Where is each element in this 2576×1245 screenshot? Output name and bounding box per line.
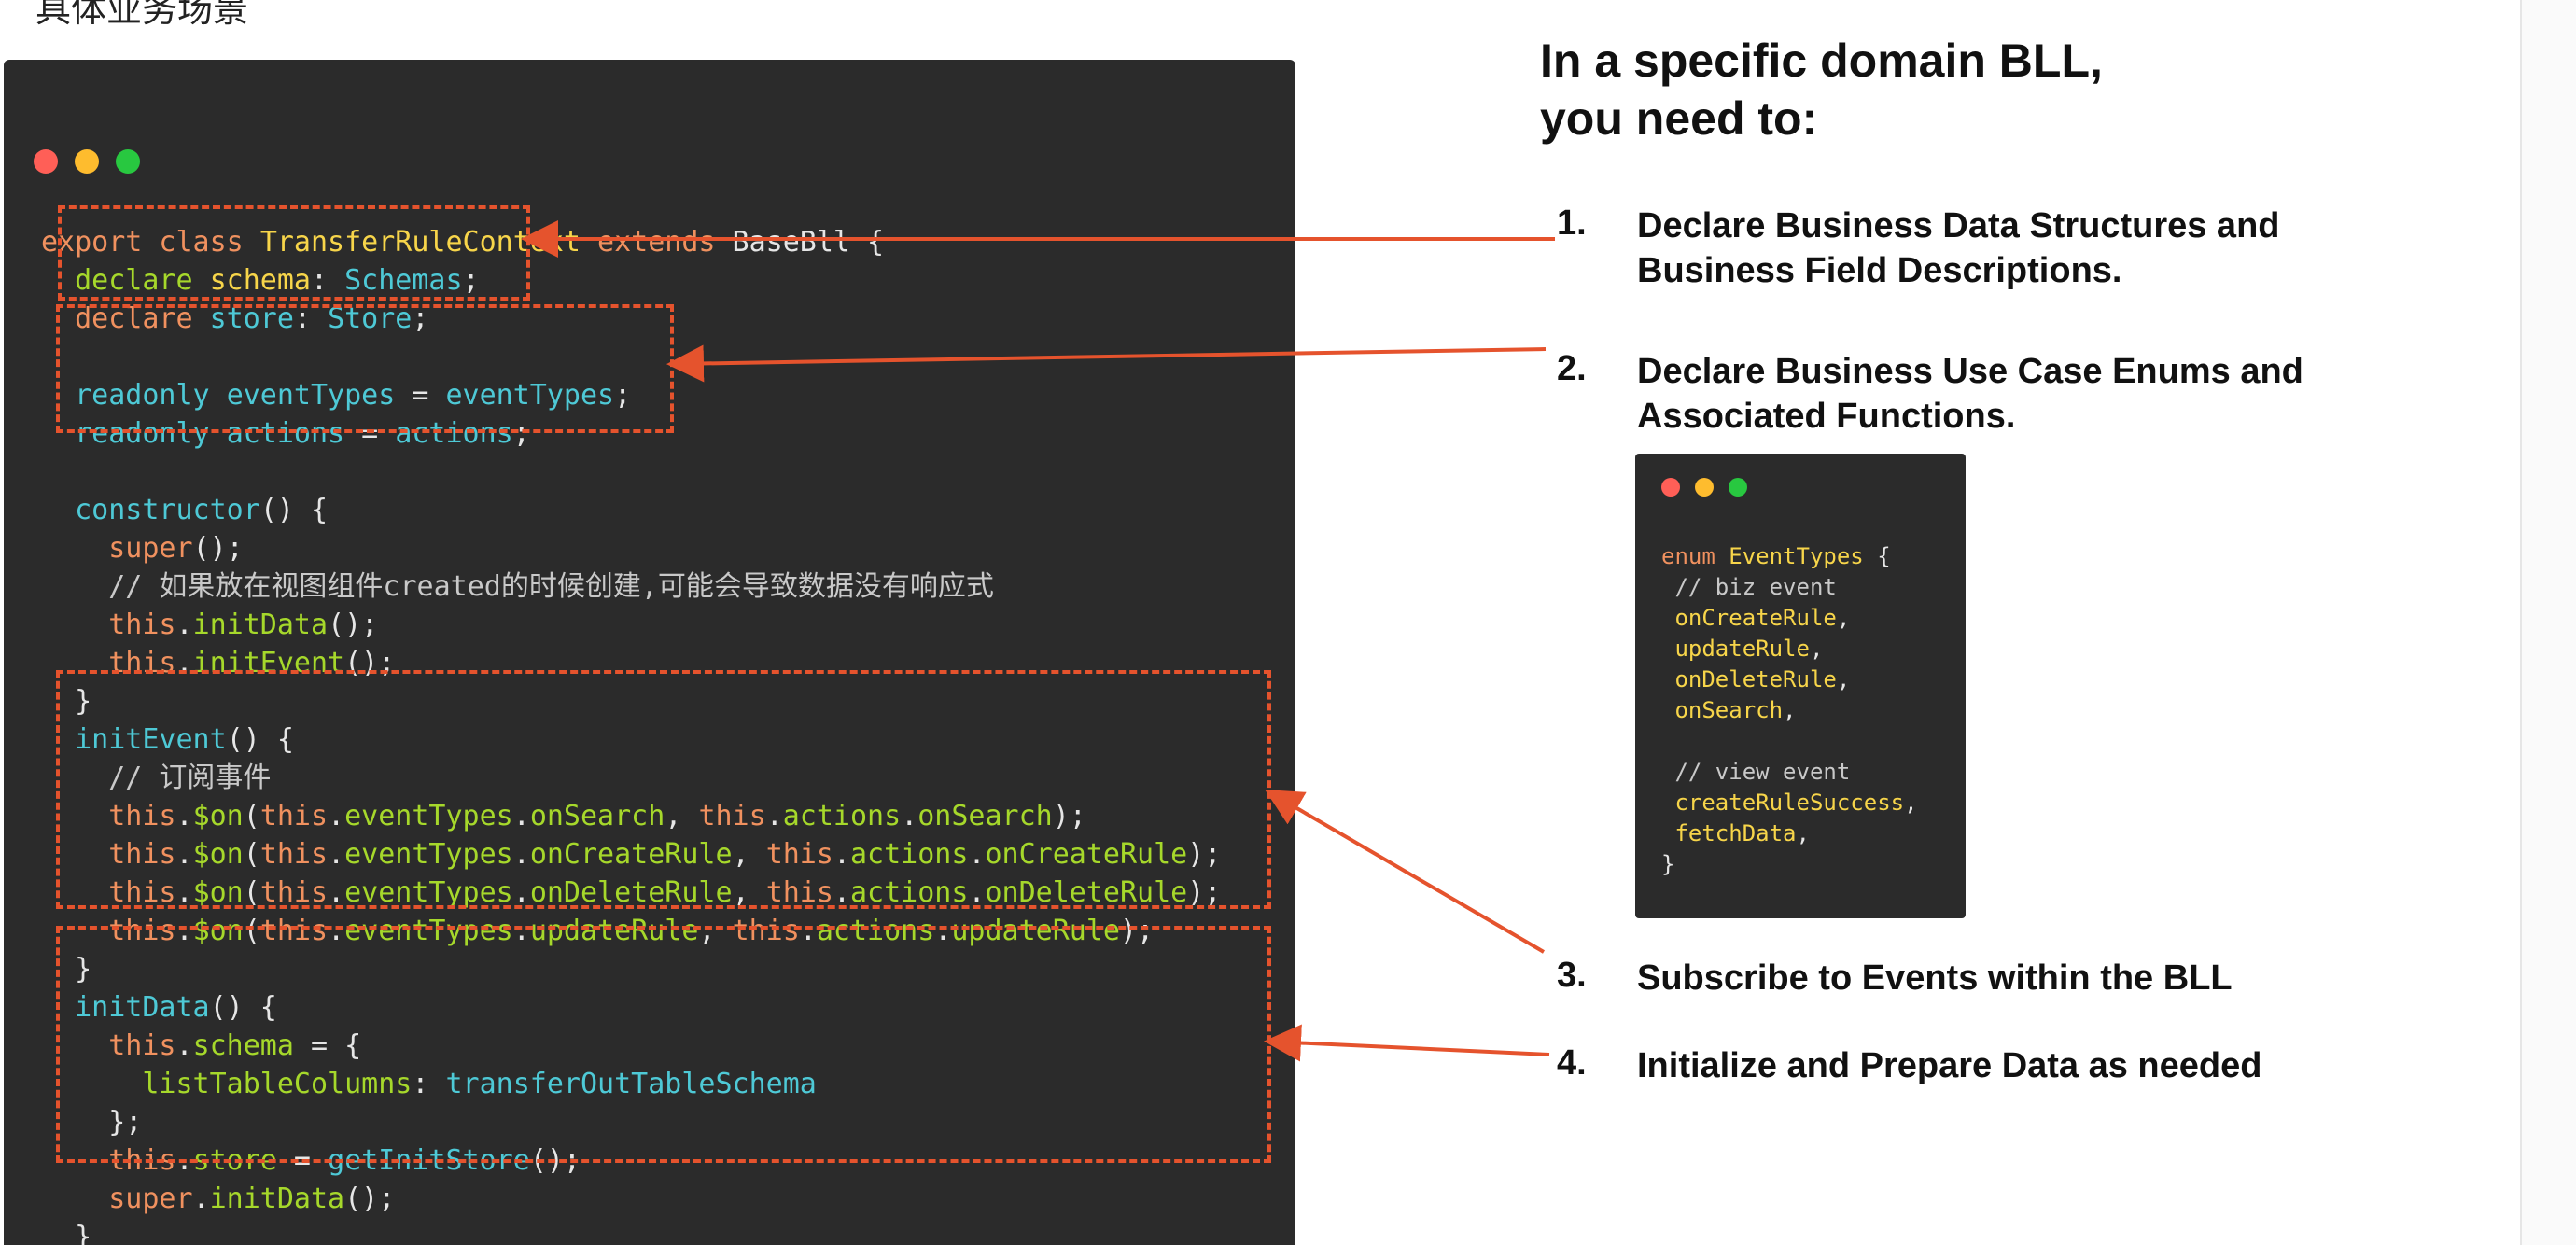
scrollbar[interactable] xyxy=(2520,0,2576,1245)
arrow-step-4 xyxy=(1264,1024,1550,1062)
arrow-step-2 xyxy=(666,344,1547,383)
annotation-arrows xyxy=(521,220,1555,1062)
arrow-step-3 xyxy=(1265,789,1546,954)
